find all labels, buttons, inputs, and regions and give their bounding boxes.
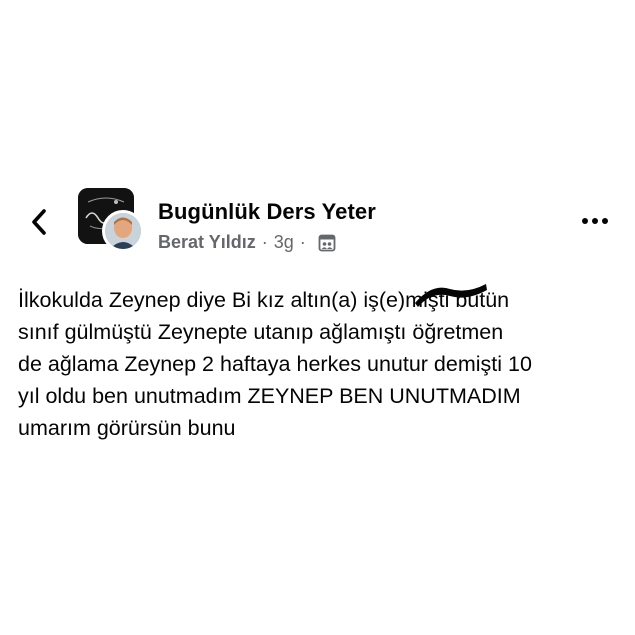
group-privacy-icon (318, 234, 336, 251)
meta-separator: · (261, 232, 268, 252)
post-line: sınıf gülmüştü Zeynepte utanıp ağlamıştı… (18, 320, 504, 344)
post-avatars[interactable] (78, 188, 146, 256)
chevron-left-icon (32, 209, 46, 235)
post-line: İlkokulda Zeynep diye Bi kız altın(a) iş… (18, 288, 510, 312)
post-line: umarım görürsün bunu (18, 416, 236, 440)
more-options-button[interactable] (578, 208, 612, 234)
group-name[interactable]: Bugünlük Ders Yeter (158, 199, 376, 225)
post-text: İlkokulda Zeynep diye Bi kız altın(a) iş… (18, 284, 618, 444)
post-line: de ağlama Zeynep 2 haftaya herkes unutur… (18, 352, 532, 376)
more-horizontal-icon (582, 218, 608, 224)
user-avatar[interactable] (102, 210, 144, 252)
back-button[interactable] (26, 205, 54, 239)
post-meta: Berat Yıldız · 3g · (158, 232, 336, 253)
user-photo-image (105, 213, 141, 249)
author-name[interactable]: Berat Yıldız (158, 232, 256, 253)
post-line: yıl oldu ben unutmadım ZEYNEP BEN UNUTMA… (18, 384, 521, 408)
meta-separator-2: · (299, 232, 306, 252)
post-time[interactable]: 3g (274, 232, 294, 253)
